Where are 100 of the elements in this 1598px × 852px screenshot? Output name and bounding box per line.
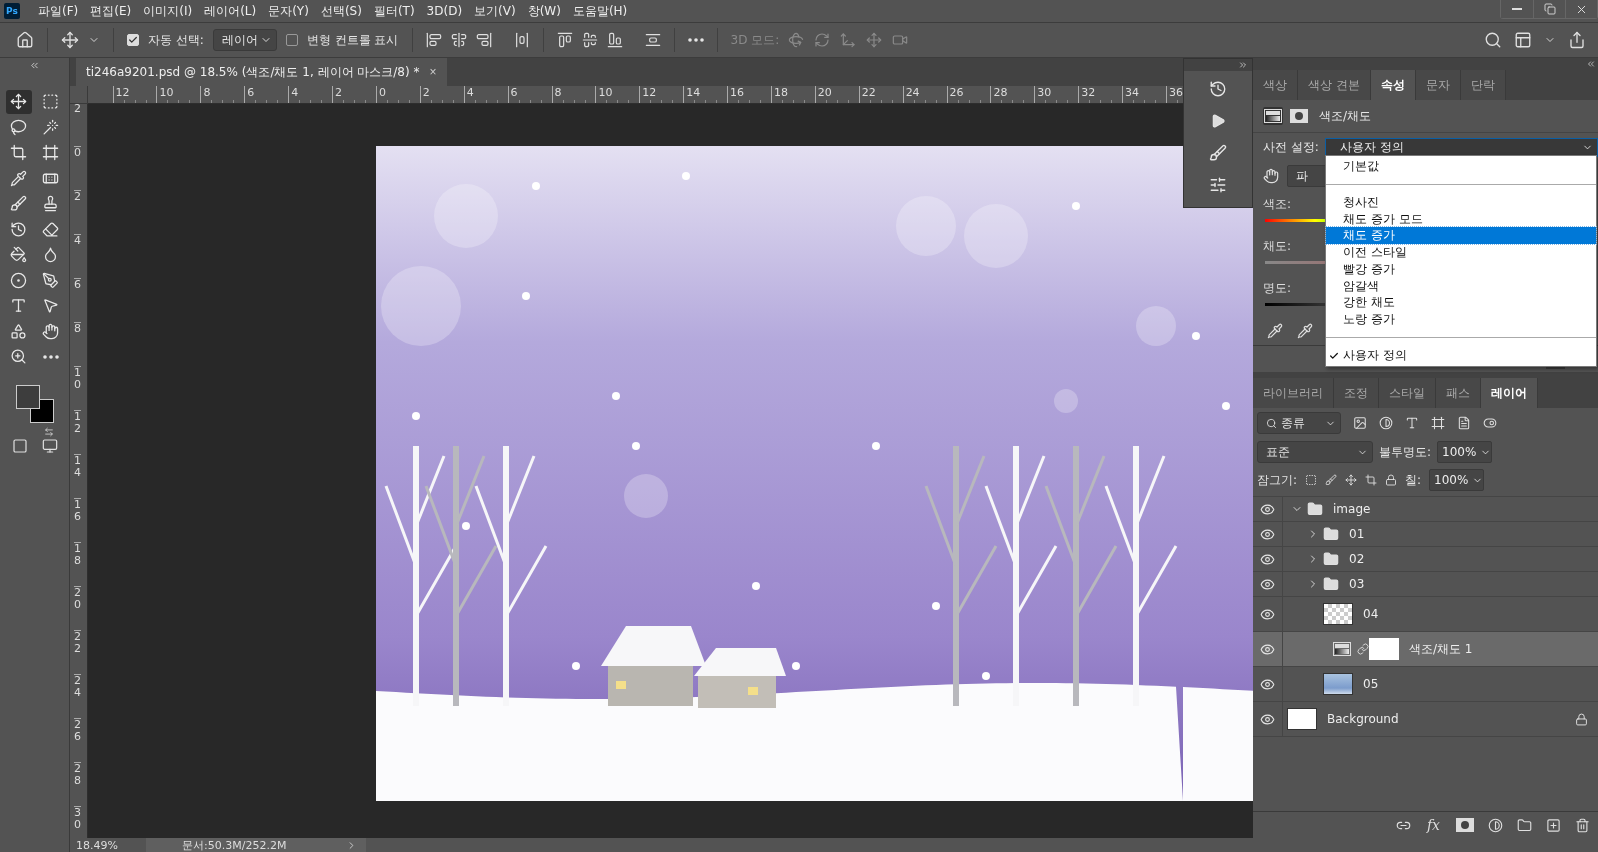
collapse-icon[interactable] [1586, 59, 1596, 69]
layer-row[interactable]: 색조/채도 1 [1253, 632, 1598, 667]
panel-tab[interactable]: 단락 [1460, 70, 1506, 100]
panel-tab[interactable]: 라이브러리 [1253, 378, 1334, 408]
image-filter-icon[interactable] [1353, 416, 1367, 430]
lock-label: 잠그기: [1257, 471, 1298, 489]
menu-item[interactable]: 보기(V) [468, 2, 522, 20]
align-bottom-icon[interactable] [606, 32, 623, 48]
eyedropper-icon[interactable] [1267, 323, 1283, 339]
layer-row[interactable]: 03 [1253, 572, 1598, 597]
layer-row[interactable]: 04 [1253, 597, 1598, 632]
panel-tab[interactable]: 패스 [1436, 378, 1481, 408]
checkbox[interactable] [285, 34, 298, 46]
workspace-icon[interactable] [1514, 31, 1532, 49]
expand-icon[interactable] [1238, 60, 1248, 70]
panel-tab[interactable]: 문자 [1415, 70, 1461, 100]
layer-row[interactable]: 01 [1253, 522, 1598, 547]
frame-tool-icon [42, 144, 59, 162]
align-right-icon[interactable] [475, 32, 492, 48]
adjustment-layer-icon[interactable] [1488, 817, 1503, 833]
menu-option[interactable]: 채도 증가 [1326, 227, 1596, 245]
search-icon[interactable] [1484, 31, 1502, 49]
align-top-icon[interactable] [556, 32, 573, 48]
swap-icon[interactable] [44, 427, 54, 437]
distribute-icon[interactable] [644, 32, 661, 48]
more-tools-icon[interactable] [42, 354, 59, 359]
menu-item[interactable]: 창(W) [521, 2, 567, 20]
panel-tab[interactable]: 스타일 [1379, 378, 1436, 408]
home-icon[interactable] [16, 31, 34, 49]
target-dropdown[interactable]: 레이어 [212, 29, 277, 51]
panel-tab[interactable]: 색상 견본 [1298, 70, 1371, 100]
eye-icon [1260, 641, 1275, 657]
preset-dropdown[interactable]: 사용자 정의 [1324, 137, 1598, 157]
eye-icon [1260, 711, 1275, 727]
layer-thumbnail [1287, 708, 1317, 730]
smart-object-filter-icon[interactable] [1457, 416, 1471, 430]
document-size[interactable]: 문서:50.3M/252.2M [146, 838, 366, 852]
opacity-field[interactable]: 100% [1437, 441, 1493, 463]
fill-field[interactable]: 100% [1429, 469, 1485, 491]
screen-mode-icon[interactable] [41, 437, 58, 454]
distribute-icon[interactable] [513, 32, 530, 48]
menu-option[interactable]: 청사진 [1326, 193, 1596, 211]
eyedropper-plus-icon[interactable] [1297, 323, 1313, 339]
app-logo[interactable]: Ps [4, 3, 20, 19]
align-middle-icon[interactable] [581, 32, 598, 48]
filter-toggle-icon[interactable] [1483, 416, 1497, 430]
blend-mode-dropdown[interactable]: 표준 [1257, 441, 1373, 463]
menu-item[interactable]: 도움말(H) [566, 2, 634, 20]
new-layer-icon[interactable] [1546, 817, 1561, 833]
lock-position-icon[interactable] [1345, 474, 1358, 486]
filter-dropdown[interactable]: 종류 [1257, 412, 1341, 434]
menu-item[interactable]: 이미지(I) [137, 2, 199, 20]
droplet-tool-icon [42, 246, 59, 264]
panel-tab[interactable]: 조정 [1334, 378, 1379, 408]
adjustment-button[interactable] [1263, 107, 1283, 125]
menu-item[interactable]: 편집(E) [84, 2, 138, 20]
color-swatches-icon[interactable] [14, 383, 55, 424]
shape-filter-icon[interactable] [1431, 416, 1445, 430]
menu-option[interactable]: 노랑 증가 [1326, 311, 1596, 329]
menu-item[interactable]: 레이어(L) [198, 2, 263, 20]
panel-tab[interactable]: 레이어 [1481, 378, 1538, 408]
type-filter-icon[interactable] [1405, 416, 1419, 430]
document-tab[interactable]: ti246a9201.psd @ 18.5% (색조/채도 1, 레이어 마스크/8) * × [76, 58, 447, 86]
close-button[interactable] [1565, 0, 1597, 18]
panel-tab[interactable]: 속성 [1370, 70, 1416, 100]
menu-option[interactable]: 사용자 정의 [1326, 347, 1596, 364]
lock-artboard-icon[interactable] [1365, 474, 1378, 486]
menu-item[interactable]: 3D(D) [420, 4, 469, 18]
layer-row[interactable]: Background [1253, 702, 1598, 737]
menu-item[interactable]: 파일(F) [32, 2, 85, 20]
align-center-icon[interactable] [450, 32, 467, 48]
panel-tab[interactable]: 색상 [1253, 70, 1298, 100]
layer-effects-button[interactable]: fx [1424, 817, 1442, 833]
close-tab-button[interactable]: × [429, 65, 437, 79]
new-group-icon[interactable] [1517, 817, 1532, 833]
quick-mask-icon[interactable] [11, 437, 28, 454]
adjustment-filter-icon[interactable] [1379, 416, 1393, 430]
align-left-icon[interactable] [425, 32, 442, 48]
layer-row[interactable]: 05 [1253, 667, 1598, 702]
more-icon[interactable] [687, 38, 704, 42]
lock-pixels-icon[interactable] [1325, 474, 1338, 486]
menu-item[interactable]: 필터(T) [367, 2, 421, 20]
move-icon[interactable] [61, 31, 79, 49]
add-mask-icon[interactable] [1456, 818, 1474, 832]
layer-name: 색조/채도 1 [1409, 640, 1473, 658]
tool-button[interactable] [5, 89, 32, 114]
layer-row[interactable]: image [1253, 497, 1598, 522]
lock-transparency-icon[interactable] [1305, 474, 1318, 486]
menu-option[interactable]: 기본값 [1326, 158, 1596, 175]
delete-icon[interactable] [1575, 817, 1590, 833]
ruler-label: 6 [74, 278, 81, 322]
collapse-icon[interactable] [29, 60, 40, 71]
lock-all-icon[interactable] [1385, 474, 1398, 486]
menu-item[interactable]: 문자(Y) [262, 2, 315, 20]
hand-icon[interactable] [1263, 168, 1279, 184]
menu-item[interactable]: 선택(S) [314, 2, 368, 20]
layer-row[interactable]: 02 [1253, 547, 1598, 572]
ruler-label: 24 [74, 674, 81, 718]
share-icon[interactable] [1568, 31, 1586, 49]
sliders-icon [1209, 176, 1227, 194]
